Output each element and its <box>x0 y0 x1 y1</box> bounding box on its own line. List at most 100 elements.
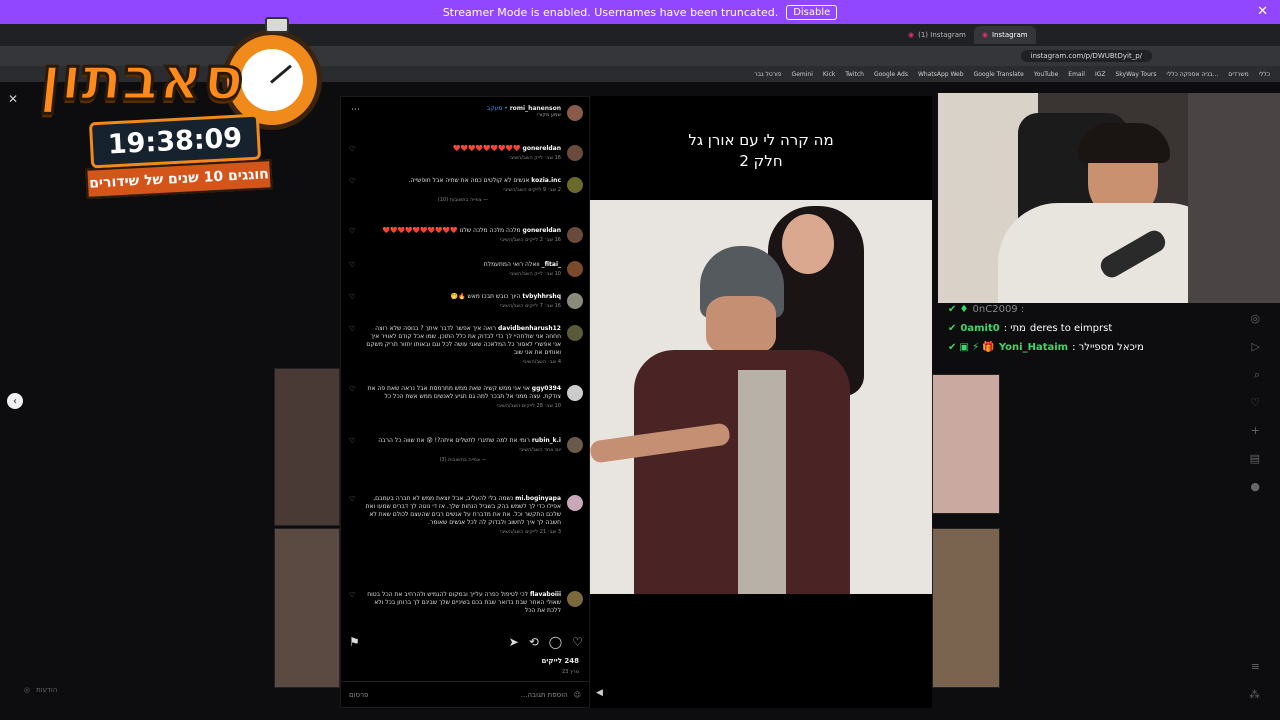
add-comment-input[interactable]: הוספת תגובה... <box>368 691 573 699</box>
avatar[interactable] <box>567 325 583 341</box>
like-heart-icon[interactable]: ♡ <box>349 293 359 310</box>
bookmark-item[interactable]: Google Translate <box>974 71 1024 78</box>
avatar[interactable] <box>567 385 583 401</box>
reels-icon[interactable]: ▷ <box>1252 340 1260 353</box>
bookmark-item[interactable]: בניה אספקה כללי... <box>1166 71 1218 78</box>
more-options-icon[interactable]: ⋯ <box>351 105 360 121</box>
profile-icon[interactable]: ● <box>1250 480 1260 493</box>
person-face <box>706 296 776 354</box>
tab-instagram-2[interactable]: ◉ Instagram <box>973 26 1036 44</box>
chat-line: ✔ 0amit0 מתי : deres to eimprst <box>948 319 1248 338</box>
instagram-icon: ◉ <box>908 31 915 39</box>
comment-item: kozia.inc אנשים לא קולטים כמה את שחיה אב… <box>349 177 583 204</box>
chat-username[interactable]: Yoni_Hataim <box>999 342 1068 353</box>
message-icon: ◎ <box>24 686 31 694</box>
bookmark-item[interactable]: SkyWay Tours <box>1115 71 1156 78</box>
post-comment-button[interactable]: פרסום <box>349 691 368 699</box>
url-field[interactable]: instagram.com/p/DWUBtDyit_p/ <box>1020 50 1152 62</box>
bookmark-item[interactable]: פורטל גבר <box>754 71 781 78</box>
avatar[interactable] <box>567 145 583 161</box>
comment-user[interactable]: flavaboiii <box>530 591 561 598</box>
create-icon[interactable]: + <box>1251 424 1260 437</box>
comment-user[interactable]: gonereldan <box>523 145 561 152</box>
mute-icon[interactable]: ◀ <box>596 688 603 698</box>
comment-meta: 10 שב׳ לייק השב/השיבי <box>509 271 561 278</box>
video-player[interactable]: מה קרה לי עם אורן גל חלק 2 ◀ <box>590 96 932 708</box>
avatar[interactable] <box>567 293 583 309</box>
comments-panel: romi_hanenson • מעקב שמע מקורי ⋯ gonerel… <box>340 96 590 708</box>
post-author-header: romi_hanenson • מעקב שמע מקורי ⋯ <box>351 105 583 121</box>
like-heart-icon[interactable]: ♡ <box>349 591 359 615</box>
like-heart-icon[interactable]: ♡ <box>349 495 359 536</box>
bookmark-item[interactable]: כללי <box>1259 71 1270 78</box>
avatar[interactable] <box>567 227 583 243</box>
messages-pill[interactable]: ◎ הודעות <box>24 682 144 698</box>
bookmark-item[interactable]: WhatsApp Web <box>918 71 964 78</box>
dashboard-icon[interactable]: ▤ <box>1250 452 1260 465</box>
avatar[interactable] <box>567 105 583 121</box>
comment-item: rubin_k.i רומי את למה שתיגרי לתשלים איתה… <box>349 437 583 464</box>
menu-icon[interactable]: ≡ <box>1251 660 1260 673</box>
avatar[interactable] <box>567 591 583 607</box>
avatar[interactable] <box>567 177 583 193</box>
tab-instagram-1[interactable]: ◉ (1) Instagram <box>900 26 974 44</box>
bookmark-item[interactable]: Google Ads <box>874 71 908 78</box>
comment-item: flavaboiii לכי לטיפול כפרה עלייך ובמקום … <box>349 591 583 615</box>
comment-user[interactable]: tvbyhhrshq <box>522 293 561 300</box>
like-heart-icon[interactable]: ♡ <box>349 437 359 464</box>
comment-item: tvbyhhrshq היוך כובש תבכו מאש 🔥🤭 16 שב׳ 7… <box>349 293 583 310</box>
comment-user[interactable]: ggy0394 <box>532 385 561 392</box>
video-frame <box>590 200 932 594</box>
avatar[interactable] <box>567 495 583 511</box>
like-heart-icon[interactable]: ♡ <box>349 227 359 244</box>
view-replies-link[interactable]: — צפייה בתשובות (10) <box>365 197 561 204</box>
chat-username[interactable]: 0amit0 <box>960 323 999 334</box>
more-icon[interactable]: ⁂ <box>1249 688 1260 701</box>
close-icon[interactable]: ✕ <box>1257 4 1268 19</box>
like-heart-icon[interactable]: ♡ <box>349 325 359 366</box>
comment-user[interactable]: gonereldan <box>523 227 561 234</box>
bookmark-item[interactable]: Kick <box>823 71 835 78</box>
comment-user[interactable]: davidbenharush12 <box>498 325 561 332</box>
disable-button[interactable]: Disable <box>786 4 838 20</box>
bookmark-item[interactable]: Email <box>1068 71 1085 78</box>
bookmark-item[interactable]: IGZ <box>1095 71 1106 78</box>
comment-user[interactable]: rubin_k.i <box>532 437 561 444</box>
follow-link[interactable]: • מעקב <box>487 105 508 112</box>
chat-prefix: מתי : <box>1003 323 1026 334</box>
avatar[interactable] <box>567 261 583 277</box>
comment-user[interactable]: mi.boginyapa <box>515 495 561 502</box>
comment-user[interactable]: kozia.inc <box>531 177 561 184</box>
chat-truncated: 0nC2009 : <box>972 304 1025 315</box>
emoji-icon[interactable]: ☺ <box>574 691 581 699</box>
like-heart-icon[interactable]: ♡ <box>349 385 359 410</box>
comment-icon[interactable]: ◯ <box>549 635 562 649</box>
instagram-icon: ◉ <box>981 31 988 39</box>
author-username[interactable]: romi_hanenson <box>510 105 561 112</box>
repost-icon[interactable]: ⟲ <box>529 635 539 649</box>
search-icon[interactable]: ⌕ <box>1254 368 1260 382</box>
bookmark-item[interactable]: משרדים <box>1228 71 1248 78</box>
heart-icon[interactable]: ♡ <box>1250 396 1260 409</box>
share-icon[interactable]: ➤ <box>509 635 519 649</box>
bookmark-item[interactable]: Twitch <box>845 71 864 78</box>
background-thumbnail <box>274 368 340 526</box>
like-heart-icon[interactable]: ♡ <box>349 177 359 204</box>
previous-post-icon[interactable]: ‹ <box>7 393 23 409</box>
instagram-icon[interactable]: ◎ <box>1250 312 1260 325</box>
bookmark-item[interactable]: YouTube <box>1034 71 1058 78</box>
author-audio[interactable]: שמע מקורי <box>487 112 561 118</box>
like-heart-icon[interactable]: ♡ <box>349 261 359 278</box>
likes-count[interactable]: 248 לייקים <box>541 657 579 665</box>
view-replies-link[interactable]: — צפייה בתשובות (3) <box>365 457 561 464</box>
person-face <box>782 214 834 274</box>
background-thumbnail <box>932 528 1000 688</box>
room-wall <box>1188 93 1280 303</box>
bookmark-icon[interactable]: ⚑ <box>349 635 360 649</box>
chat-message: deres to eimprst <box>1029 323 1113 334</box>
like-icon[interactable]: ♡ <box>572 635 583 649</box>
like-heart-icon[interactable]: ♡ <box>349 145 359 162</box>
comment-user[interactable]: _fitai_ <box>542 261 561 268</box>
avatar[interactable] <box>567 437 583 453</box>
bookmark-item[interactable]: Gemini <box>792 71 813 78</box>
